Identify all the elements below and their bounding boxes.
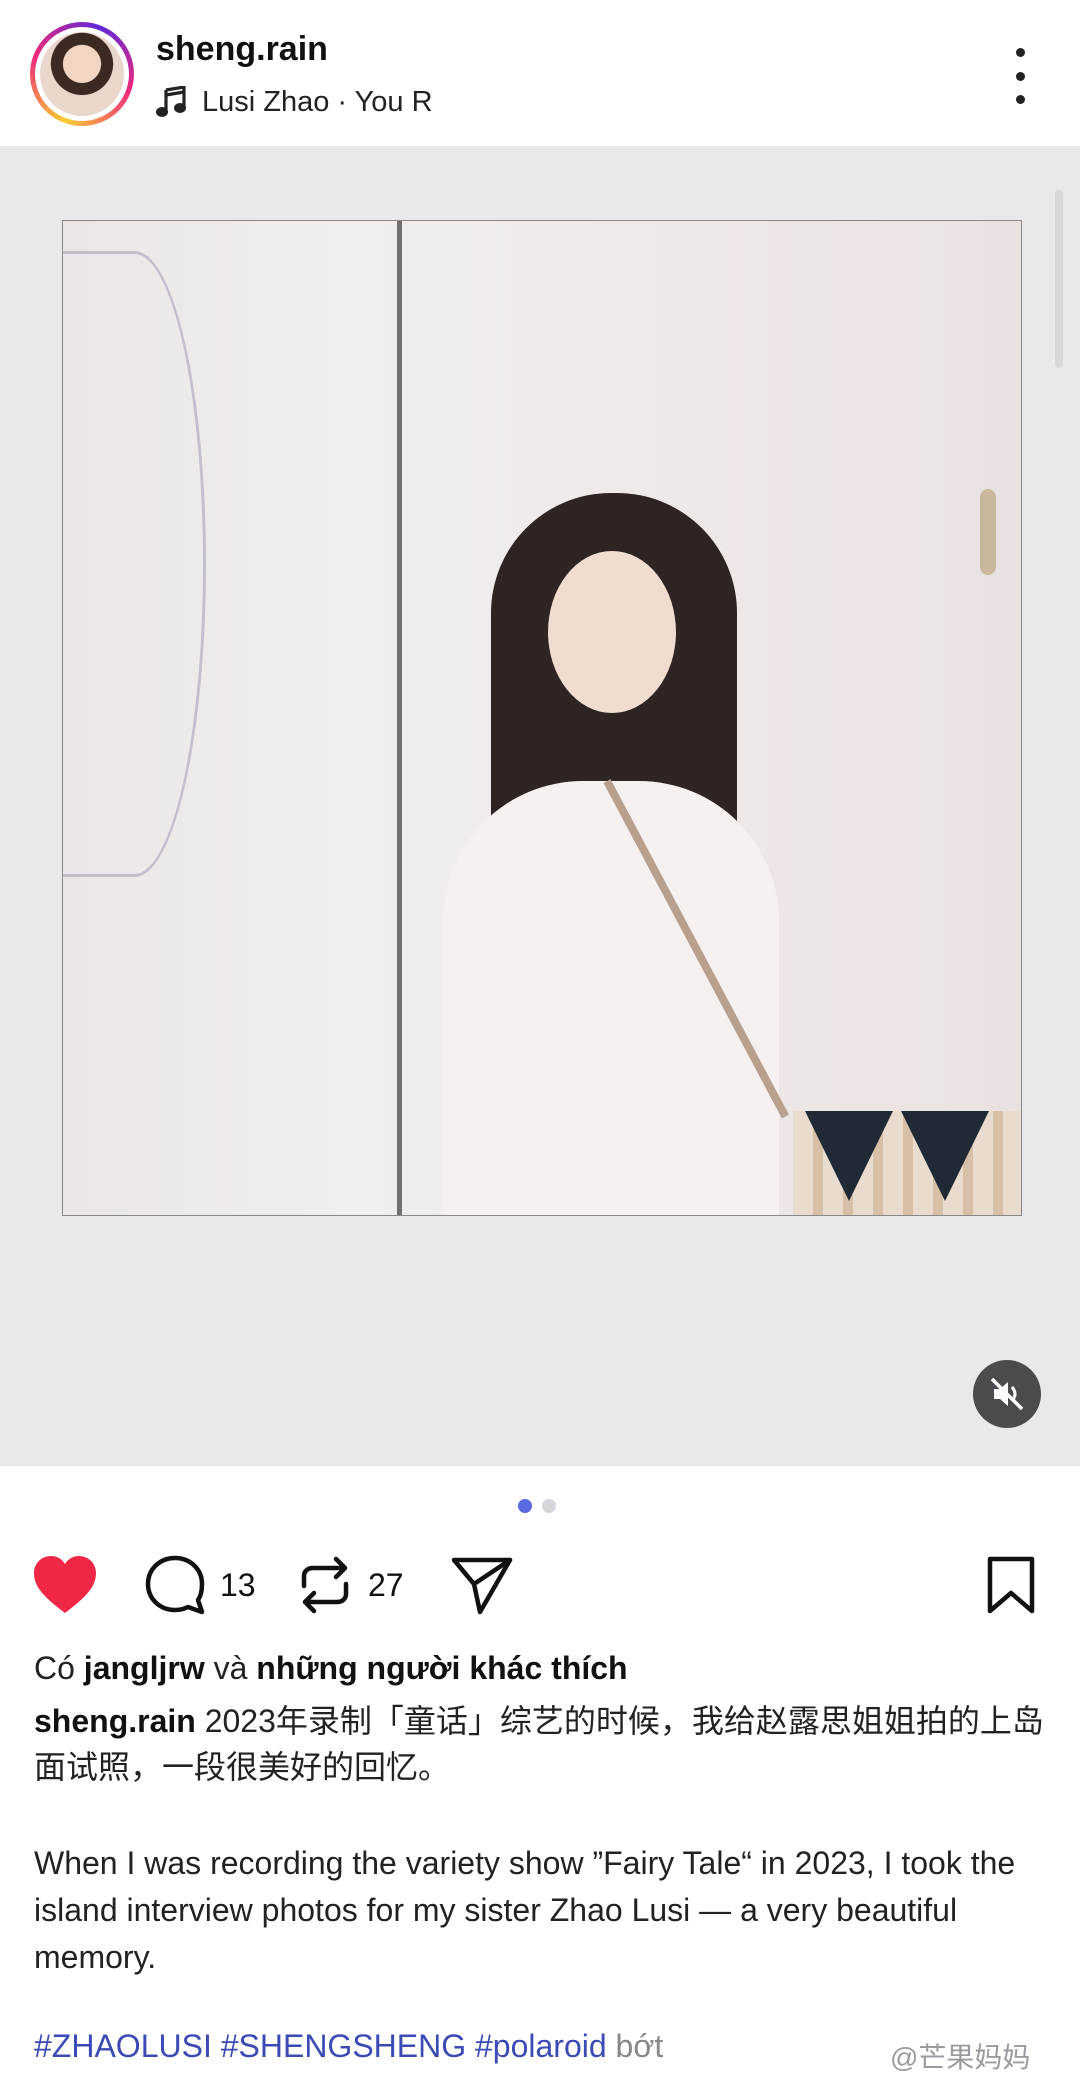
post-header: sheng.rain Lusi Zhao · You R xyxy=(0,0,1080,146)
volume-mute-icon xyxy=(990,1377,1024,1411)
hashtag-link[interactable]: #polaroid xyxy=(475,2028,607,2064)
likes-others[interactable]: những người khác thích xyxy=(256,1650,627,1686)
likes-summary[interactable]: Có jangljrw và những người khác thích xyxy=(34,1650,628,1687)
like-button[interactable] xyxy=(32,1550,98,1620)
caption-zh: sheng.rain 2023年录制「童话」综艺的时候，我给赵露思姐姐拍的上岛面… xyxy=(34,1698,1054,1790)
mute-button[interactable] xyxy=(973,1360,1041,1428)
likes-conj: và xyxy=(213,1650,248,1686)
heart-filled-icon xyxy=(34,1556,96,1613)
post-username[interactable]: sheng.rain xyxy=(156,30,328,69)
music-note-icon xyxy=(156,86,186,117)
share-button[interactable] xyxy=(450,1550,514,1620)
media-scroll-indicator xyxy=(1055,190,1063,368)
hashtag-link[interactable]: #SHENGSHENG xyxy=(221,2028,466,2064)
subject-face xyxy=(548,551,676,713)
avatar-border xyxy=(35,27,129,121)
avatar[interactable] xyxy=(30,22,134,126)
action-bar: 13 27 xyxy=(0,1550,1080,1620)
hashtag-link[interactable]: #ZHAOLUSI xyxy=(34,2028,212,2064)
repost-count: 27 xyxy=(368,1566,404,1603)
repost-icon xyxy=(301,1556,349,1614)
carousel-indicator xyxy=(518,1499,556,1513)
carousel-dot-active xyxy=(518,1499,532,1513)
more-dot xyxy=(1015,71,1025,81)
send-icon xyxy=(451,1557,513,1615)
watermark: @芒果妈妈 xyxy=(890,2042,1031,2073)
wall-scribble xyxy=(63,251,206,877)
comment-icon xyxy=(145,1555,205,1615)
post-media[interactable] xyxy=(0,146,1080,1466)
more-dot xyxy=(1015,95,1025,104)
caption-text-en: When I was recording the variety show ”F… xyxy=(34,1845,1016,1975)
hashtags: #ZHAOLUSI #SHENGSHENG #polaroid bớt xyxy=(34,2028,663,2065)
bookmark-icon xyxy=(987,1556,1035,1614)
door-edge xyxy=(397,221,402,1215)
bunting-flag xyxy=(805,1111,893,1201)
show-less-link[interactable]: bớt xyxy=(616,2028,664,2064)
more-options-button[interactable] xyxy=(1000,48,1040,104)
likes-user[interactable]: jangljrw xyxy=(84,1650,205,1686)
comment-count: 13 xyxy=(220,1566,256,1603)
repost-button[interactable]: 27 xyxy=(296,1550,404,1620)
door-handle xyxy=(980,489,996,575)
polaroid-photo xyxy=(62,220,1022,1216)
save-button[interactable] xyxy=(986,1550,1036,1620)
avatar-image xyxy=(40,32,124,116)
music-info[interactable]: Lusi Zhao · You R xyxy=(156,82,433,122)
bunting-flag xyxy=(901,1111,989,1201)
comment-button[interactable]: 13 xyxy=(144,1550,256,1620)
carousel-dot xyxy=(542,1499,556,1513)
music-label: Lusi Zhao · You R xyxy=(202,85,433,118)
more-vertical-icon xyxy=(1015,48,1025,57)
caption-username[interactable]: sheng.rain xyxy=(34,1703,196,1739)
subject-body xyxy=(443,781,779,1215)
likes-prefix: Có xyxy=(34,1650,75,1686)
